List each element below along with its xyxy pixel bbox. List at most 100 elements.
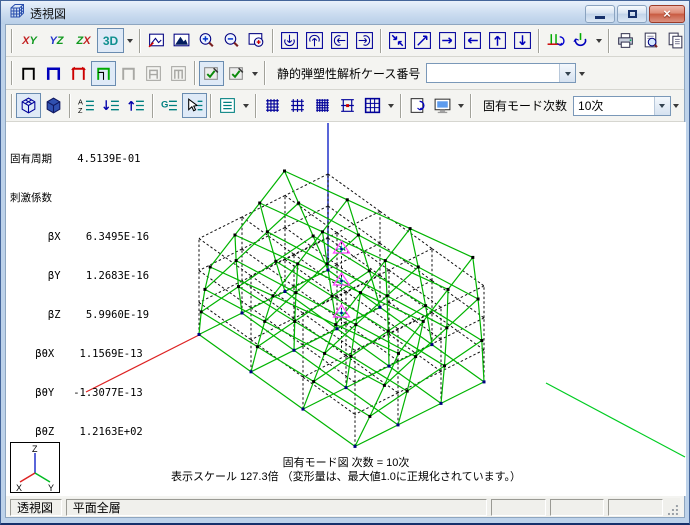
print-preview-button[interactable]	[638, 28, 663, 53]
group-list-icon: G	[161, 100, 177, 111]
case-number-combobox[interactable]	[426, 63, 577, 83]
case-number-combo-arrow[interactable]	[559, 64, 576, 82]
pan-left-button[interactable]	[460, 28, 485, 53]
minimize-button[interactable]	[585, 4, 615, 23]
sort-up-list-button[interactable]	[124, 93, 149, 118]
pan-down-icon	[514, 32, 531, 49]
sort-az-list-button[interactable]: AZ	[74, 93, 99, 118]
yz-label-z: Z	[56, 34, 64, 47]
monitor-button[interactable]	[430, 93, 455, 118]
close-icon: ×	[663, 6, 671, 21]
solid-view-button[interactable]	[41, 93, 66, 118]
frame-blue-button[interactable]	[41, 61, 66, 86]
sort-down-list-button[interactable]	[99, 93, 124, 118]
edit-toggle-group	[199, 60, 261, 86]
case-overflow-dropdown[interactable]	[576, 62, 588, 84]
view-yz-button[interactable]: YZ	[43, 28, 70, 53]
window-frame-bottom	[1, 518, 689, 523]
view-3d-dropdown[interactable]	[124, 30, 136, 52]
axis-reset-button[interactable]	[543, 28, 568, 53]
rotate-left-button[interactable]	[352, 28, 377, 53]
select-list-button[interactable]	[182, 93, 207, 118]
doc-list-button[interactable]	[215, 93, 240, 118]
print-preview-icon	[644, 32, 658, 48]
drawing-canvas[interactable]: 固有周期 4.5139E-01 刺激係数 βX 6.3495E-16 βY 1.…	[6, 122, 686, 496]
edit-check-2-button[interactable]	[224, 61, 249, 86]
grid-center-dot-button[interactable]	[335, 93, 360, 118]
zoom-group	[144, 28, 269, 53]
frame-disabled-2-icon	[146, 65, 161, 81]
pan-down-button[interactable]	[510, 28, 535, 53]
overlay-line: βθY -1.3077E-13	[10, 387, 143, 399]
frame-disabled-1-button[interactable]	[116, 61, 141, 86]
pan-right-button[interactable]	[435, 28, 460, 53]
view-xy-button[interactable]: XY	[16, 28, 43, 53]
separator	[400, 93, 402, 118]
frame-disabled-2-button[interactable]	[141, 61, 166, 86]
grid-open-button[interactable]	[285, 93, 310, 118]
separator	[11, 61, 13, 85]
overlay-line: βθX 1.1569E-13	[10, 348, 143, 360]
full-image-icon	[173, 33, 190, 47]
separator	[380, 28, 382, 53]
panel-group	[405, 93, 467, 118]
doc-list-dropdown[interactable]	[240, 95, 252, 117]
view-3d-button[interactable]: 3D	[97, 28, 124, 53]
caption-line-1: 固有モード図 次数 = 10次	[282, 457, 410, 469]
resize-grip[interactable]	[667, 504, 680, 517]
copy-button[interactable]	[663, 28, 688, 53]
pan-shrink-button[interactable]	[385, 28, 410, 53]
rotate-down-button[interactable]	[277, 28, 302, 53]
caption-line-2: 表示スケール 127.3倍 （変形量は、最大値1.0に正規化されています。）	[171, 471, 521, 483]
grid-center-dot-icon	[341, 99, 354, 112]
close-button[interactable]: ×	[649, 4, 685, 23]
render-mode-group	[16, 93, 66, 118]
zoom-out-button[interactable]	[219, 28, 244, 53]
frame-green-button[interactable]	[91, 60, 116, 86]
restore-button[interactable]	[617, 4, 647, 23]
grid-boxed-button[interactable]	[360, 93, 385, 118]
eigenmode-order-value: 10次	[578, 99, 604, 113]
pan-enlarge-icon	[414, 32, 431, 49]
plane-view-group: XY YZ ZX 3D	[16, 28, 136, 53]
panel-flip-button[interactable]	[405, 93, 430, 118]
zoom-in-button[interactable]	[194, 28, 219, 53]
grid-dense-button[interactable]	[260, 93, 285, 118]
group-list-button[interactable]: G	[157, 93, 182, 118]
panel-dropdown[interactable]	[455, 95, 467, 117]
pan-up-button[interactable]	[485, 28, 510, 53]
titlebar[interactable]: 透視図 ×	[1, 1, 689, 24]
axis-tools-dropdown[interactable]	[593, 30, 605, 52]
frame-display-group	[16, 60, 191, 86]
output-group	[613, 28, 690, 53]
client-area: XY YZ ZX 3D 静的弾塑性解析ケース番号 A Z G 固有モード次数 1…	[5, 24, 686, 518]
full-image-button[interactable]	[169, 28, 194, 53]
statusbar-empty-panel-2	[549, 499, 605, 516]
zoom-window-button[interactable]	[244, 28, 269, 53]
eigenmode-combo-arrow[interactable]	[653, 96, 670, 115]
edit-check-1-button[interactable]	[199, 60, 224, 86]
rotate-up-button[interactable]	[302, 28, 327, 53]
display-overflow-dropdown[interactable]	[671, 95, 682, 117]
select-list-icon	[188, 98, 203, 112]
frame-black-button[interactable]	[16, 61, 41, 86]
frame-disabled-3-button[interactable]	[166, 61, 191, 86]
list-sort-group: AZ	[74, 93, 149, 118]
rotate-down-icon	[281, 32, 298, 49]
frame-black-icon	[22, 67, 35, 80]
copy-icon	[668, 32, 683, 49]
xy-label-y: Y	[29, 34, 37, 47]
view-zx-button[interactable]: ZX	[70, 28, 97, 53]
eigenmode-order-combobox[interactable]: 10次	[573, 95, 671, 116]
print-button[interactable]	[613, 28, 638, 53]
pan-left-icon	[464, 32, 481, 49]
pan-enlarge-button[interactable]	[410, 28, 435, 53]
wireframe-view-button[interactable]	[16, 93, 41, 118]
fit-view-button[interactable]	[144, 28, 169, 53]
frame-red-button[interactable]	[66, 61, 91, 86]
grid-dropdown[interactable]	[385, 95, 397, 117]
grid-denser-button[interactable]	[310, 93, 335, 118]
rotate-right-button[interactable]	[327, 28, 352, 53]
rotate-continuous-button[interactable]	[568, 28, 593, 53]
edit-toggle-dropdown[interactable]	[249, 62, 261, 84]
